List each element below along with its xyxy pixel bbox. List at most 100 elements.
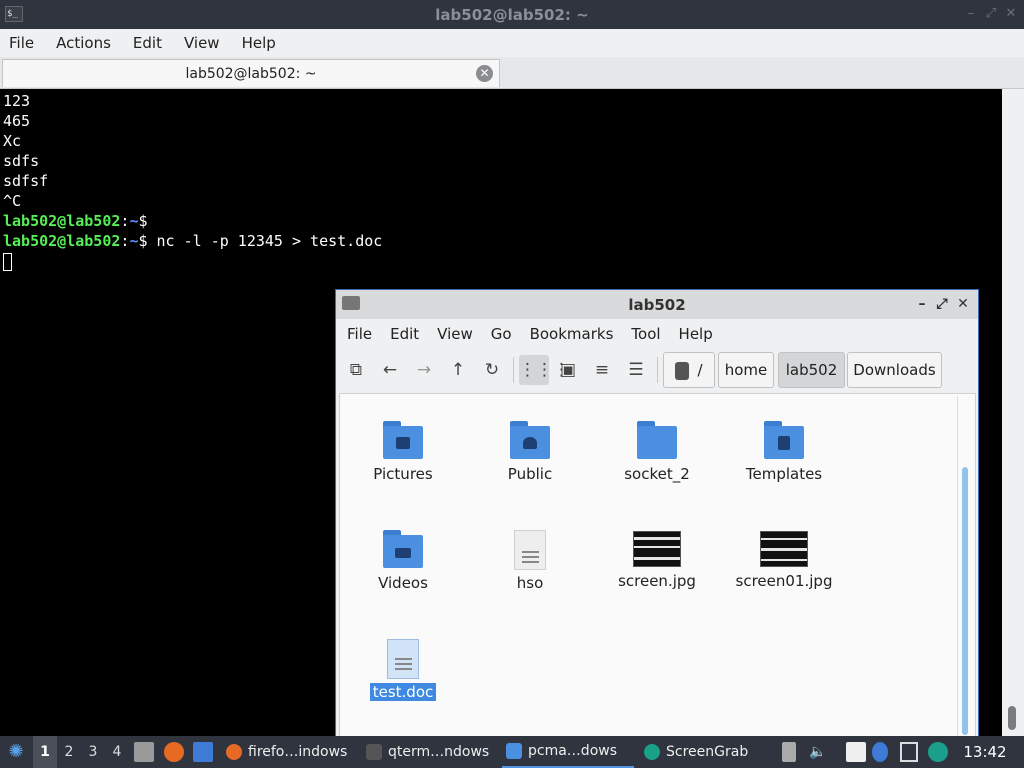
terminal-scrollbar-thumb[interactable] [1008, 706, 1016, 730]
task-firefox[interactable]: firefo…indows [222, 736, 358, 768]
clock[interactable]: 13:42 [950, 736, 1020, 768]
folder-item[interactable]: Videos [348, 530, 458, 592]
desktop-1[interactable]: 1 [33, 736, 57, 768]
back-icon[interactable]: ← [375, 355, 405, 385]
desktop-4[interactable]: 4 [105, 736, 129, 768]
item-label: Videos [378, 574, 428, 592]
file-item-selected[interactable]: test.doc [348, 639, 458, 701]
terminal-tab[interactable]: lab502@lab502: ~ ✕ [2, 59, 500, 87]
menu-go[interactable]: Go [482, 325, 521, 343]
file-manager-launcher-icon[interactable] [134, 742, 154, 762]
folder-app-icon [342, 296, 360, 310]
close-icon[interactable]: ✕ [1003, 6, 1019, 22]
item-label: Pictures [373, 465, 433, 483]
volume-icon[interactable]: 🔈 [808, 736, 828, 768]
desktop-3[interactable]: 3 [81, 736, 105, 768]
notes-icon[interactable] [846, 742, 866, 762]
breadcrumb-root-label: / [697, 361, 703, 379]
menu-help[interactable]: Help [233, 34, 285, 52]
show-desktop-icon[interactable] [193, 742, 213, 762]
item-label: hso [516, 574, 544, 592]
terminal-app-icon: $_ [5, 6, 23, 22]
drive-icon [675, 361, 690, 380]
file-manager-menubar: File Edit View Go Bookmarks Tool Help [336, 319, 978, 349]
folder-item[interactable]: Public [475, 421, 585, 483]
file-item[interactable]: hso [475, 530, 585, 592]
task-label: ScreenGrab [666, 744, 749, 760]
menu-view[interactable]: View [175, 34, 229, 52]
reload-icon[interactable]: ↻ [477, 355, 507, 385]
text-cursor [3, 252, 12, 271]
notification-icon[interactable] [872, 742, 888, 762]
thumbnail-view-icon[interactable]: ▣ [553, 355, 583, 385]
folder-item[interactable]: Pictures [348, 421, 458, 483]
item-label: Public [507, 465, 553, 483]
terminal-scrollbar-track[interactable] [1002, 89, 1024, 736]
new-tab-icon[interactable]: ⧉ [341, 355, 371, 385]
item-label: screen01.jpg [735, 572, 833, 590]
menu-file[interactable]: File [338, 325, 381, 343]
breadcrumb-root[interactable]: / [663, 352, 715, 388]
terminal-tabbar: lab502@lab502: ~ ✕ [0, 57, 1024, 89]
terminal-icon [366, 744, 382, 760]
task-pcmanfm[interactable]: pcma…dows [502, 736, 634, 768]
menu-file[interactable]: File [0, 34, 43, 52]
minimize-icon[interactable]: – [914, 296, 930, 312]
item-label: test.doc [369, 683, 437, 701]
folder-item[interactable]: socket_2 [602, 421, 712, 483]
desktop-2[interactable]: 2 [57, 736, 81, 768]
clipboard-icon[interactable] [782, 742, 796, 762]
file-manager-toolbar: ⧉ ← → ↑ ↻ ⋮⋮⋮ ▣ ≡ ☰ / home lab502 Downlo… [336, 349, 978, 391]
minimize-icon[interactable]: – [963, 6, 979, 22]
toolbar-separator [657, 357, 658, 383]
menu-actions[interactable]: Actions [47, 34, 120, 52]
taskbar: ✺ 1 2 3 4 firefo…indows qterm…ndows pcma… [0, 736, 1024, 768]
breadcrumb-lab502[interactable]: lab502 [778, 352, 845, 388]
terminal-line: sdfsf [3, 172, 49, 190]
menu-view[interactable]: View [428, 325, 482, 343]
folder-icon [506, 743, 522, 759]
terminal-titlebar: lab502@lab502: ~ [0, 0, 1024, 29]
maximize-icon[interactable]: ⤢ [983, 6, 999, 22]
scrollbar-thumb[interactable] [962, 467, 968, 735]
terminal-line: sdfs [3, 152, 40, 170]
display-icon[interactable] [900, 742, 918, 762]
task-label: firefo…indows [248, 744, 348, 760]
text-file-icon [514, 530, 546, 570]
icon-view-icon[interactable]: ⋮⋮⋮ [519, 355, 570, 385]
item-label: screen.jpg [618, 572, 696, 590]
item-label: socket_2 [624, 465, 690, 483]
compact-view-icon[interactable]: ≡ [587, 355, 617, 385]
scrollbar-track[interactable] [957, 396, 958, 736]
person-icon [510, 421, 550, 459]
screengrab-tray-icon[interactable] [928, 742, 948, 762]
breadcrumb-home[interactable]: home [718, 352, 774, 388]
prompt-symbol: $ [138, 212, 148, 230]
detailed-list-icon[interactable]: ☰ [621, 355, 651, 385]
image-file-item[interactable]: screen.jpg [602, 530, 712, 590]
up-icon[interactable]: ↑ [443, 355, 473, 385]
start-menu-icon[interactable]: ✺ [4, 736, 28, 768]
forward-icon[interactable]: → [409, 355, 439, 385]
terminal-line: ^C [3, 192, 22, 210]
file-icon-view[interactable]: Pictures Public socket_2 Templates Video… [339, 393, 976, 739]
menu-tool[interactable]: Tool [622, 325, 669, 343]
menu-help[interactable]: Help [670, 325, 722, 343]
firefox-launcher-icon[interactable] [164, 742, 184, 762]
menu-edit[interactable]: Edit [381, 325, 428, 343]
close-icon[interactable]: ✕ [955, 296, 971, 312]
firefox-icon [226, 744, 242, 760]
prompt-symbol: $ [138, 232, 148, 250]
folder-item[interactable]: Templates [729, 421, 839, 483]
maximize-icon[interactable]: ⤢ [934, 296, 950, 312]
image-file-item[interactable]: screen01.jpg [729, 530, 839, 590]
menu-bookmarks[interactable]: Bookmarks [521, 325, 623, 343]
tab-close-icon[interactable]: ✕ [476, 65, 493, 82]
terminal-menubar: File Actions Edit View Help [0, 29, 1024, 57]
task-screengrab[interactable]: ScreenGrab [640, 736, 770, 768]
breadcrumb-downloads[interactable]: Downloads [847, 352, 942, 388]
menu-edit[interactable]: Edit [124, 34, 171, 52]
task-label: qterm…ndows [388, 744, 490, 760]
prompt-line: lab502@lab502:~$ nc -l -p 12345 > test.d… [3, 231, 999, 251]
task-qterminal[interactable]: qterm…ndows [362, 736, 498, 768]
